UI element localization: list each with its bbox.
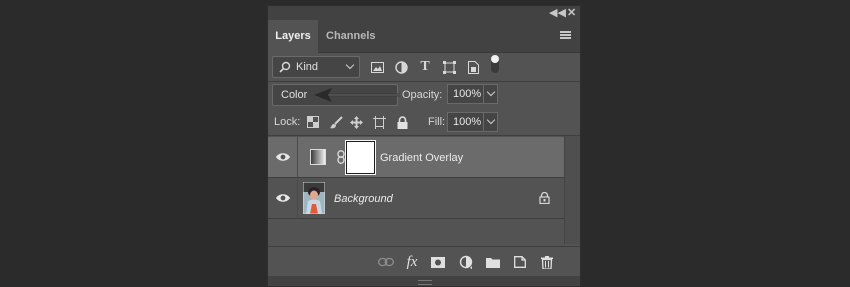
layer-name[interactable]: Background xyxy=(334,193,393,205)
layers-scrollbar[interactable] xyxy=(564,136,580,244)
photo-thumbnail[interactable] xyxy=(303,182,325,214)
fill-dropdown[interactable] xyxy=(483,112,498,132)
divider xyxy=(268,135,580,136)
fx-icon[interactable]: fx xyxy=(404,254,420,270)
divider xyxy=(268,81,580,82)
visibility-toggle[interactable] xyxy=(268,178,298,219)
layer-row-gradient-overlay[interactable]: Gradient Overlay xyxy=(268,137,564,178)
eye-icon xyxy=(276,194,290,202)
shape-layer-filter-icon[interactable] xyxy=(441,59,457,75)
lock-image-pixels-icon[interactable] xyxy=(329,115,343,129)
lock-icon xyxy=(539,192,550,204)
eye-icon xyxy=(276,153,290,161)
lock-transparent-pixels-icon[interactable] xyxy=(306,115,320,129)
chain-link-icon[interactable] xyxy=(337,150,345,164)
gradient-thumbnail[interactable] xyxy=(310,149,326,165)
layers-panel: ◀◀ ✕ Layers Channels Kind T Color Opacit… xyxy=(267,5,581,287)
double-chevron-left-icon[interactable]: ◀◀ xyxy=(549,6,566,20)
blend-mode-value: Color xyxy=(281,89,308,101)
panel-resize-bar[interactable] xyxy=(268,276,580,286)
filter-kind-label: Kind xyxy=(296,61,319,73)
chevron-down-icon xyxy=(486,115,496,125)
tab-layers[interactable]: Layers xyxy=(268,20,318,53)
new-group-icon[interactable] xyxy=(485,255,501,269)
panel-footer: fx xyxy=(268,246,580,276)
link-layers-icon[interactable] xyxy=(378,255,394,269)
chevron-down-icon xyxy=(345,60,355,70)
lock-label: Lock: xyxy=(274,116,301,128)
layer-name[interactable]: Gradient Overlay xyxy=(380,152,463,164)
layer-row-background[interactable]: Background xyxy=(268,178,564,219)
lock-artboard-icon[interactable] xyxy=(372,115,386,129)
new-adjustment-layer-icon[interactable] xyxy=(458,255,474,269)
adjustment-layer-filter-icon[interactable] xyxy=(393,59,409,75)
delete-layer-icon[interactable] xyxy=(539,255,555,269)
fill-label: Fill: xyxy=(428,116,446,128)
add-mask-icon[interactable] xyxy=(430,255,446,269)
panel-menu-icon[interactable] xyxy=(560,31,571,39)
close-icon[interactable]: ✕ xyxy=(567,6,576,20)
arrow-annotation-icon xyxy=(314,88,400,102)
lock-all-icon[interactable] xyxy=(395,115,409,129)
tab-channels[interactable]: Channels xyxy=(326,20,376,53)
resize-grip-icon[interactable] xyxy=(418,280,432,285)
panel-tabstrip: Layers Channels xyxy=(268,20,580,53)
opacity-label: Opacity: xyxy=(402,89,443,101)
chevron-down-icon xyxy=(486,87,496,97)
filter-kind-select[interactable]: Kind xyxy=(272,56,360,78)
type-layer-filter-icon[interactable]: T xyxy=(417,59,433,75)
panel-titlebar: ◀◀ ✕ xyxy=(268,6,580,20)
lock-position-icon[interactable] xyxy=(349,115,363,129)
opacity-dropdown[interactable] xyxy=(483,84,498,104)
layer-mask-thumbnail[interactable] xyxy=(347,142,374,173)
new-layer-icon[interactable] xyxy=(512,255,528,269)
filter-toggle-icon[interactable] xyxy=(487,55,503,73)
smart-object-filter-icon[interactable] xyxy=(465,59,481,75)
visibility-toggle[interactable] xyxy=(268,137,298,178)
pixel-layer-filter-icon[interactable] xyxy=(369,59,385,75)
search-icon xyxy=(279,61,291,73)
